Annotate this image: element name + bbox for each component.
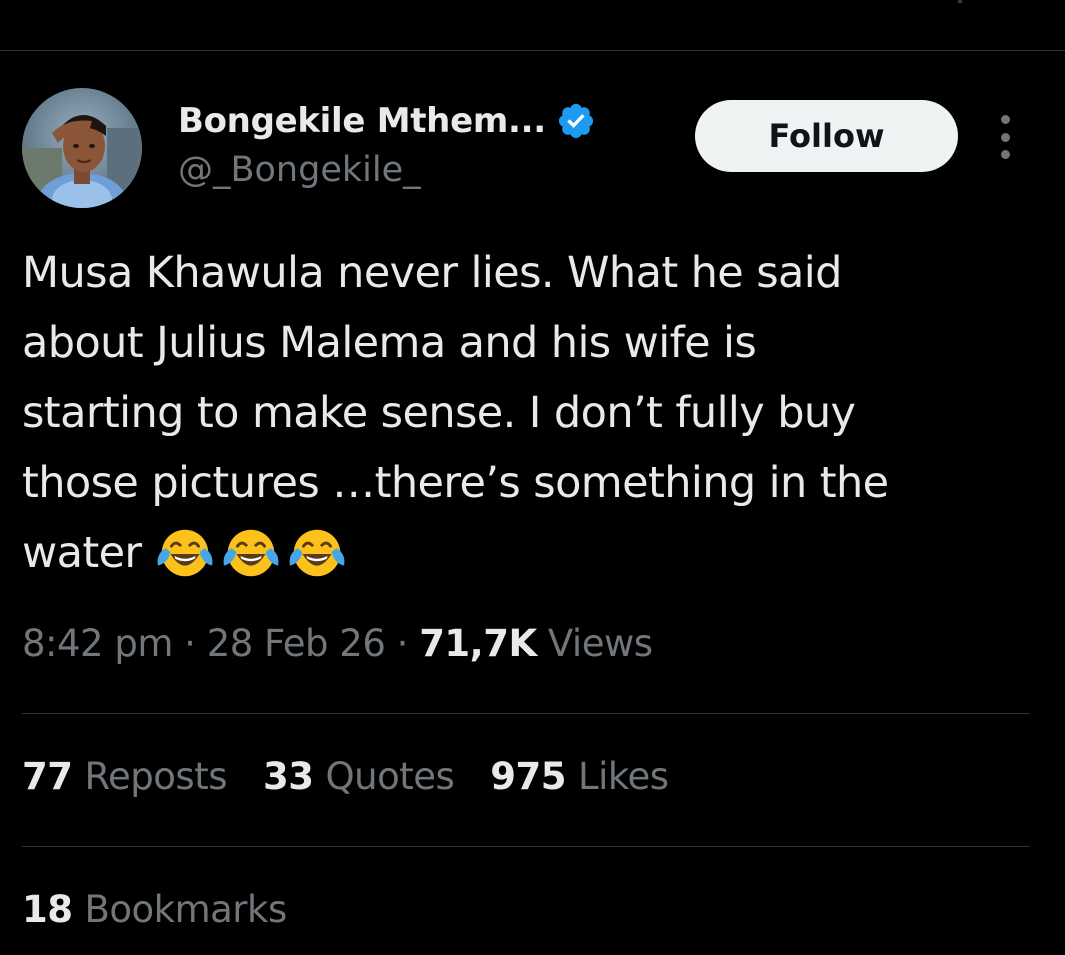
verified-badge-icon: [556, 101, 596, 141]
more-dot: [1000, 132, 1010, 142]
tweet-text: Musa Khawula never lies. What he said ab…: [22, 238, 1052, 588]
tweet-date[interactable]: 28 Feb 26: [207, 622, 386, 665]
bookmarks-count: 18: [22, 888, 73, 931]
quotes-label: Quotes: [325, 755, 455, 798]
reposts-label: Reposts: [84, 755, 228, 798]
views-label: Views: [547, 622, 653, 665]
more-dot: [1000, 150, 1010, 159]
author-handle[interactable]: @_Bongekile_: [178, 150, 421, 190]
bookmarks-stat[interactable]: 18 Bookmarks: [22, 888, 287, 931]
meta-separator: ·: [172, 622, 207, 665]
tweet-meta: 8:42 pm · 28 Feb 26 · 71,7K Views: [22, 622, 653, 665]
emoji-group: [154, 521, 348, 583]
tweet-text-line: water: [22, 528, 142, 578]
divider: [22, 846, 1030, 847]
top-divider: [0, 50, 1065, 51]
profile-photo-icon: [22, 88, 142, 208]
tweet-text-line: about Julius Malema and his wife is: [22, 318, 757, 368]
tweet-time[interactable]: 8:42 pm: [22, 622, 173, 665]
engagement-stats: 77 Reposts 33 Quotes 975 Likes: [22, 755, 669, 798]
bookmarks-label: Bookmarks: [84, 888, 288, 931]
more-vertical-icon[interactable]: [990, 115, 1020, 159]
author-name-row: Bongekile Mthem...: [178, 97, 596, 145]
tweet-text-line: starting to make sense. I don’t fully bu…: [22, 388, 856, 438]
likes-count: 975: [490, 755, 566, 798]
views-count: 71,7K: [419, 622, 537, 665]
tweet-text-line: Musa Khawula never lies. What he said: [22, 248, 842, 298]
follow-button[interactable]: Follow: [695, 100, 958, 172]
face-with-tears-of-joy-icon: [220, 521, 282, 583]
reposts-count: 77: [22, 755, 73, 798]
bookmarks-stat-inner: 18 Bookmarks: [22, 888, 287, 931]
reposts-stat[interactable]: 77 Reposts: [22, 755, 227, 798]
likes-stat[interactable]: 975 Likes: [490, 755, 669, 798]
tweet-text-line: those pictures …there’s something in the: [22, 458, 889, 508]
divider: [22, 713, 1030, 714]
quotes-stat[interactable]: 33 Quotes: [263, 755, 455, 798]
likes-label: Likes: [578, 755, 669, 798]
avatar[interactable]: [22, 88, 142, 208]
face-with-tears-of-joy-icon: [154, 521, 216, 583]
tweet-text-last-line: water: [22, 518, 1052, 588]
meta-separator: ·: [385, 622, 420, 665]
face-with-tears-of-joy-icon: [286, 521, 348, 583]
top-edge-mark: [958, 0, 962, 3]
author-display-name[interactable]: Bongekile Mthem...: [178, 101, 546, 141]
more-dot: [1000, 115, 1010, 124]
quotes-count: 33: [263, 755, 314, 798]
